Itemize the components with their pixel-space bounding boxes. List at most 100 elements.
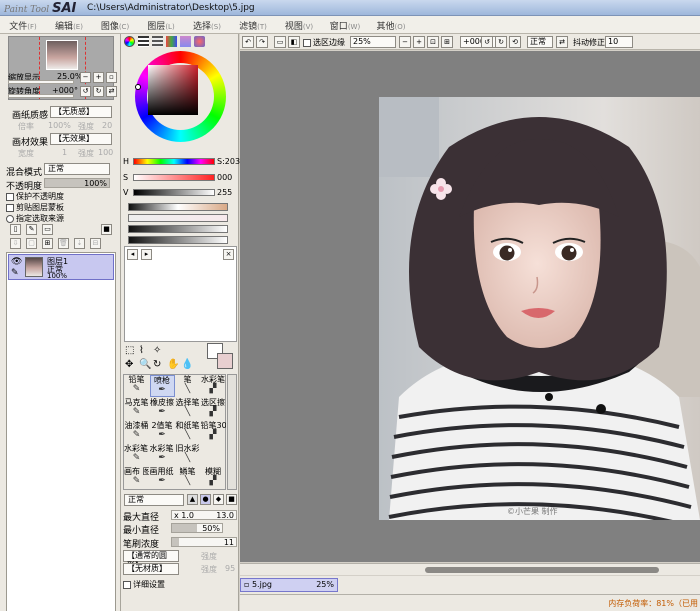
paper-effect-select[interactable]: 【无效果】 xyxy=(50,133,112,145)
brush-slot[interactable]: 选择笔 ╲ xyxy=(175,398,200,420)
hue-marker[interactable] xyxy=(135,84,141,90)
merge-down-icon[interactable]: ⇩ xyxy=(10,238,21,249)
brush-slot[interactable]: 画用纸 图层✒ xyxy=(150,467,175,489)
brush-shape-flat-icon[interactable]: ▲ xyxy=(187,494,198,505)
deselect-icon[interactable]: ▭ xyxy=(274,36,286,48)
rotate-reset-icon[interactable]: ⟲ xyxy=(509,36,521,48)
selection-edge-checkbox[interactable]: 选区边缘 xyxy=(303,37,345,48)
zoom-out-icon[interactable]: − xyxy=(399,36,411,48)
menu-image[interactable]: 图像(C) xyxy=(92,16,138,33)
brush-slot[interactable]: 水彩笔 10破✒ xyxy=(150,444,175,466)
menu-filter[interactable]: 滤镜(T) xyxy=(230,16,276,33)
preserve-opacity-checkbox[interactable]: 保护不透明度 xyxy=(6,191,64,202)
swatch-mode-icon[interactable] xyxy=(166,36,177,47)
scratch-pad-mode-icon[interactable] xyxy=(194,36,205,47)
menu-view[interactable]: 视图(V) xyxy=(276,16,322,33)
brush-slot[interactable]: 马克笔 ✎ xyxy=(124,398,149,420)
invert-selection-icon[interactable]: ◧ xyxy=(288,36,300,48)
hsv-slider-mode-icon[interactable] xyxy=(152,36,163,47)
color-wheel-mode-icon[interactable] xyxy=(124,36,135,47)
menu-other[interactable]: 其他(O) xyxy=(368,16,414,33)
brush-slot[interactable]: 鳞笔 ╲ xyxy=(175,467,200,489)
canvas-image[interactable]: ©小芒果 制作 xyxy=(379,97,700,520)
transfer-down-icon[interactable]: ⇣ xyxy=(74,238,85,249)
layer-item[interactable]: 👁 ✎ 图层1 正常 100% xyxy=(8,254,114,280)
new-folder-icon[interactable]: ▭ xyxy=(42,224,53,235)
new-linework-layer-icon[interactable]: ✎ xyxy=(26,224,37,235)
document-tab[interactable]: ▫ 5.jpg 25% xyxy=(240,578,338,592)
rotate-ccw-icon[interactable]: ↺ xyxy=(481,36,493,48)
undo-icon[interactable]: ↶ xyxy=(242,36,254,48)
palette-next-icon[interactable]: ▸ xyxy=(141,249,152,260)
mix-color-mode-icon[interactable] xyxy=(180,36,191,47)
scratch-pad[interactable]: ◂ ▸ × xyxy=(124,246,237,342)
opacity-slider[interactable]: 100% xyxy=(44,178,110,188)
canvas-area[interactable]: ©小芒果 制作 xyxy=(240,51,700,562)
saturation-value-square[interactable] xyxy=(148,65,198,115)
flip-button[interactable]: ⇄ xyxy=(106,86,117,97)
brush-slot[interactable]: 笔 ╲ xyxy=(175,375,200,397)
menu-edit[interactable]: 编辑(E) xyxy=(46,16,92,33)
brush-shape-hard-icon[interactable]: ■ xyxy=(226,494,237,505)
palette-prev-icon[interactable]: ◂ xyxy=(127,249,138,260)
brush-grid-scrollbar[interactable] xyxy=(227,374,237,490)
rotate-tool-icon[interactable]: ↻ xyxy=(153,359,161,370)
hand-tool-icon[interactable]: ✋ xyxy=(167,359,179,370)
brush-slot[interactable]: 和纸笔 ╲ xyxy=(175,421,200,443)
brush-slot[interactable]: 画布 图层✎ xyxy=(124,467,149,489)
max-size-slider[interactable]: x 1.0 13.0 xyxy=(171,510,237,520)
canvas-horizontal-scrollbar[interactable] xyxy=(240,563,700,575)
brush-slot[interactable]: 选区擦 ▞ xyxy=(201,398,226,420)
sat-slider[interactable] xyxy=(133,174,215,181)
zoom-out-button[interactable]: − xyxy=(80,72,91,83)
brush-slot[interactable]: 铅笔 ✎ xyxy=(124,375,149,397)
mix-slider-4[interactable] xyxy=(128,236,228,244)
brush-slot[interactable]: 水彩笔 9破✎ xyxy=(124,444,149,466)
flip-horizontal-icon[interactable]: ⇄ xyxy=(556,36,568,48)
paper-texture-select[interactable]: 【无质感】 xyxy=(50,106,112,118)
brush-shape-select[interactable]: 【通常的圆形】 xyxy=(123,550,179,570)
zoom-in-button[interactable]: + xyxy=(93,72,104,83)
brush-slot[interactable]: 橡皮擦 ✒ xyxy=(150,398,175,420)
palette-clear-icon[interactable]: × xyxy=(223,249,234,260)
visibility-eye-icon[interactable]: 👁 xyxy=(11,257,22,267)
move-icon[interactable]: ✥ xyxy=(125,359,133,370)
rotate-right-button[interactable]: ↻ xyxy=(93,86,104,97)
val-slider[interactable] xyxy=(133,189,215,196)
zoom-tool-icon[interactable]: 🔍 xyxy=(139,359,151,370)
menu-file[interactable]: 文件(F) xyxy=(0,16,46,33)
clear-layer-icon[interactable]: ▢ xyxy=(26,238,37,249)
mix-slider-3[interactable] xyxy=(128,225,228,233)
blend-mode-select[interactable]: 正常 xyxy=(44,163,110,175)
brush-shape-soft-icon[interactable]: ◆ xyxy=(213,494,224,505)
menu-select[interactable]: 选择(S) xyxy=(184,16,230,33)
selection-rect-icon[interactable]: ⬚ xyxy=(125,345,134,356)
fit-window-icon[interactable]: ⊡ xyxy=(427,36,439,48)
new-layer-icon[interactable]: ▯ xyxy=(10,224,21,235)
rgb-slider-mode-icon[interactable] xyxy=(138,36,149,47)
brush-shape-round-icon[interactable]: ● xyxy=(200,494,211,505)
clip-group-checkbox[interactable]: 剪贴图层蒙板 xyxy=(6,202,64,213)
brush-blend-select[interactable]: 正常 xyxy=(124,494,184,506)
brush-slot[interactable]: 铅笔30 ▞ xyxy=(201,421,226,443)
menu-layer[interactable]: 图层(L) xyxy=(138,16,184,33)
magic-wand-icon[interactable]: ✧ xyxy=(153,345,161,356)
delete-layer-icon[interactable]: 🗑 xyxy=(58,238,69,249)
mix-slider-1[interactable] xyxy=(128,203,228,211)
copy-layer-icon[interactable]: ⊞ xyxy=(42,238,53,249)
scroll-thumb[interactable] xyxy=(425,567,659,573)
secondary-color-swatch[interactable] xyxy=(217,353,233,369)
zoom-select[interactable]: 25% xyxy=(350,36,396,48)
eyedropper-icon[interactable]: 💧 xyxy=(181,359,193,370)
min-size-slider[interactable]: 50% xyxy=(171,523,223,533)
actual-size-icon[interactable]: ⊞ xyxy=(441,36,453,48)
detail-settings-checkbox[interactable]: 详细设置 xyxy=(123,579,165,590)
rotate-cw-icon[interactable]: ↻ xyxy=(495,36,507,48)
brush-slot[interactable] xyxy=(201,444,226,466)
rotate-left-button[interactable]: ↺ xyxy=(80,86,91,97)
menu-window[interactable]: 窗口(W) xyxy=(322,16,368,33)
brush-texture-select[interactable]: 【无材质】 xyxy=(123,563,179,575)
zoom-in-icon[interactable]: + xyxy=(413,36,425,48)
lasso-icon[interactable]: ⌇ xyxy=(139,345,144,356)
brush-slot[interactable]: 水彩笔 ▞ xyxy=(201,375,226,397)
